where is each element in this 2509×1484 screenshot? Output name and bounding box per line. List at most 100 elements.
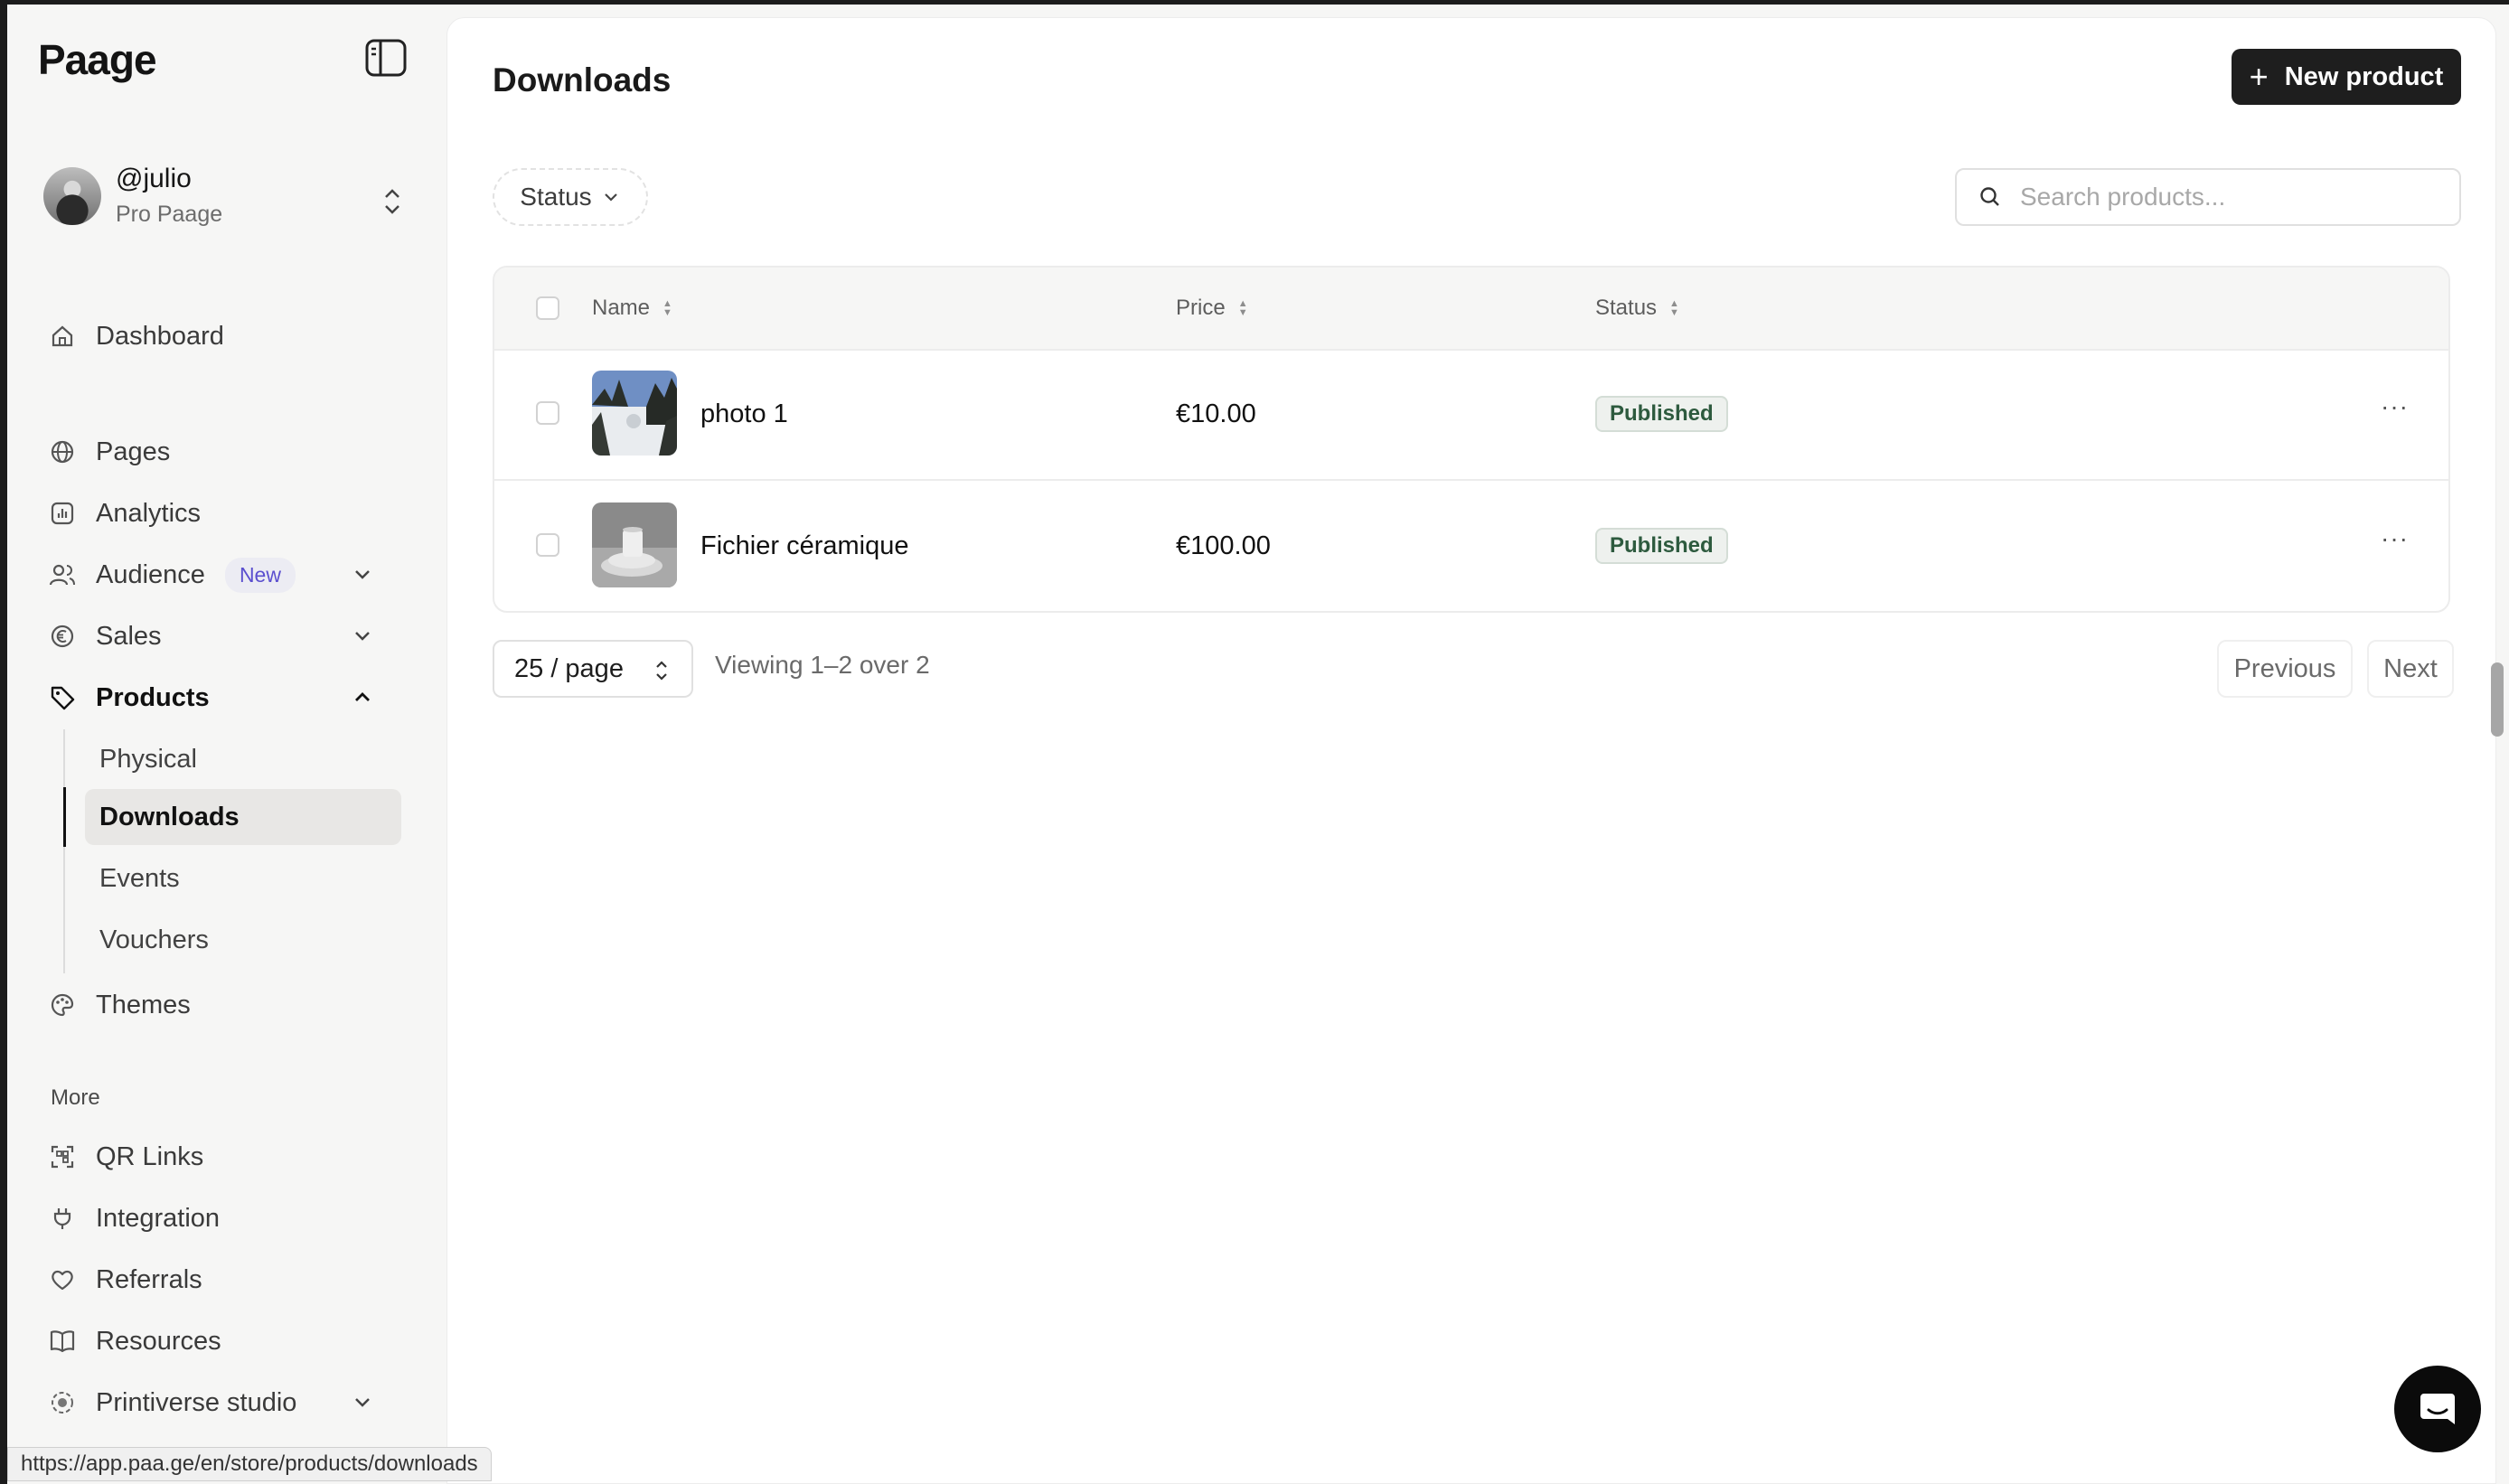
product-name[interactable]: photo 1 bbox=[700, 349, 788, 479]
sort-icon: ▲ ▼ bbox=[662, 298, 672, 318]
home-icon bbox=[49, 323, 76, 350]
column-header-price[interactable]: Price ▲ ▼ bbox=[1176, 268, 1248, 349]
column-header-name[interactable]: Name ▲ ▼ bbox=[592, 268, 672, 349]
column-header-label: Status bbox=[1595, 296, 1658, 320]
column-header-label: Name bbox=[592, 296, 651, 320]
next-page-button[interactable]: Next bbox=[2367, 640, 2454, 698]
sidebar-item-qr-links[interactable]: QR Links bbox=[49, 1131, 203, 1183]
page-size-select[interactable]: 25 / page bbox=[493, 640, 693, 698]
browser-status-url: https://app.paa.ge/en/store/products/dow… bbox=[7, 1447, 492, 1481]
sidebar-item-themes[interactable]: Themes bbox=[49, 979, 191, 1031]
sidebar-item-label: Resources bbox=[96, 1326, 221, 1356]
main-panel: Downloads + New product Status Name ▲▼ P… bbox=[446, 17, 2496, 1484]
chat-launcher-button[interactable] bbox=[2394, 1366, 2481, 1452]
heart-icon bbox=[49, 1266, 76, 1293]
chevron-down-icon[interactable] bbox=[349, 561, 376, 588]
sidebar-subitem-physical[interactable]: Physical bbox=[85, 731, 401, 787]
product-name[interactable]: Fichier céramique bbox=[700, 481, 908, 611]
sidebar-item-label: Analytics bbox=[96, 498, 202, 528]
chevron-down-icon[interactable] bbox=[349, 1389, 376, 1416]
sidebar-item-pages[interactable]: Pages bbox=[49, 426, 170, 478]
sidebar-item-resources[interactable]: Resources bbox=[49, 1315, 221, 1367]
globe-icon bbox=[49, 438, 76, 465]
row-checkbox[interactable] bbox=[536, 401, 559, 425]
sidebar-item-label: Integration bbox=[96, 1203, 221, 1233]
status-badge: Published bbox=[1595, 396, 1728, 432]
sidebar-item-analytics[interactable]: Analytics bbox=[49, 487, 201, 540]
search-box[interactable] bbox=[1955, 168, 2461, 226]
new-product-button[interactable]: + New product bbox=[2232, 49, 2461, 105]
tag-icon bbox=[49, 684, 76, 711]
table-header: Name ▲ ▼ Price ▲ ▼ Status ▲ ▼ bbox=[494, 268, 2448, 351]
avatar bbox=[43, 167, 101, 225]
row-actions-menu-icon[interactable]: ··· bbox=[2381, 392, 2409, 421]
status-badge: Published bbox=[1595, 528, 1728, 564]
product-thumbnail bbox=[592, 371, 677, 456]
book-icon bbox=[49, 1328, 76, 1355]
product-thumbnail bbox=[592, 502, 677, 587]
status-filter-label: Status bbox=[520, 183, 592, 211]
chat-icon bbox=[2417, 1388, 2458, 1430]
sidebar-item-printiverse[interactable]: Printiverse studio bbox=[49, 1376, 296, 1429]
row-actions-menu-icon[interactable]: ··· bbox=[2381, 524, 2409, 553]
chevron-up-icon[interactable] bbox=[349, 684, 376, 711]
palette-icon bbox=[49, 991, 76, 1019]
pagination-summary: Viewing 1–2 over 2 bbox=[715, 651, 930, 679]
chevron-up-down-icon bbox=[380, 183, 405, 220]
products-table: Name ▲ ▼ Price ▲ ▼ Status ▲ ▼ photo 1 €1… bbox=[493, 266, 2450, 613]
euro-icon bbox=[49, 623, 76, 650]
chevron-up-down-icon bbox=[653, 658, 670, 683]
sidebar-item-products[interactable]: Products bbox=[49, 672, 210, 724]
sidebar-item-label: Printiverse studio bbox=[96, 1387, 297, 1417]
row-checkbox[interactable] bbox=[536, 533, 559, 557]
product-price: €10.00 bbox=[1176, 399, 1256, 428]
select-all-checkbox[interactable] bbox=[536, 296, 559, 320]
sidebar-item-label: Sales bbox=[96, 621, 162, 651]
search-input[interactable] bbox=[2018, 182, 2420, 212]
sidebar-item-label: Themes bbox=[96, 990, 191, 1019]
sidebar-item-dashboard[interactable]: Dashboard bbox=[49, 310, 224, 362]
profile-switcher[interactable]: @julio Pro Paage bbox=[43, 164, 405, 236]
app-logo[interactable]: Paage bbox=[38, 35, 157, 84]
previous-page-button[interactable]: Previous bbox=[2217, 640, 2353, 698]
qr-code-icon bbox=[49, 1143, 76, 1170]
new-badge: New bbox=[224, 557, 296, 593]
scrollbar-thumb[interactable] bbox=[2491, 662, 2504, 737]
table-row[interactable]: Fichier céramique €100.00 Published ··· bbox=[494, 481, 2448, 611]
sidebar-item-label: Referrals bbox=[96, 1264, 202, 1294]
search-icon bbox=[1978, 185, 2002, 209]
new-product-label: New product bbox=[2284, 61, 2444, 91]
sidebar-item-label: Dashboard bbox=[96, 321, 224, 351]
status-filter-button[interactable]: Status bbox=[493, 168, 648, 226]
sort-icon: ▲ ▼ bbox=[1237, 298, 1248, 318]
sidebar-subitem-events[interactable]: Events bbox=[85, 850, 401, 906]
app-window: Paage @julio Pro Paage Dashboard Pages A… bbox=[7, 5, 2509, 1484]
sort-icon: ▲ ▼ bbox=[1669, 298, 1679, 318]
sidebar-item-audience[interactable]: Audience New bbox=[49, 549, 296, 601]
printiverse-logo-icon bbox=[49, 1389, 76, 1416]
users-icon bbox=[49, 561, 76, 588]
page-size-value: 25 / page bbox=[514, 653, 624, 683]
column-header-label: Price bbox=[1176, 296, 1226, 320]
page-title: Downloads bbox=[493, 61, 672, 99]
sidebar-item-integration[interactable]: Integration bbox=[49, 1192, 220, 1244]
profile-handle: @julio bbox=[116, 164, 192, 193]
sidebar-item-label: Pages bbox=[96, 437, 171, 466]
sidebar-toggle-icon[interactable] bbox=[365, 39, 407, 77]
column-header-status[interactable]: Status ▲ ▼ bbox=[1595, 268, 1679, 349]
sidebar-subitem-downloads[interactable]: Downloads bbox=[85, 789, 401, 845]
table-row[interactable]: photo 1 €10.00 Published ··· bbox=[494, 349, 2448, 481]
sidebar: Paage @julio Pro Paage Dashboard Pages A… bbox=[7, 5, 446, 1484]
sidebar-item-referrals[interactable]: Referrals bbox=[49, 1254, 202, 1306]
sidebar-item-label: Products bbox=[96, 682, 210, 712]
chart-icon bbox=[49, 500, 76, 527]
sidebar-item-label: QR Links bbox=[96, 1141, 204, 1171]
product-price: €100.00 bbox=[1176, 531, 1271, 560]
chevron-down-icon[interactable] bbox=[349, 623, 376, 650]
sidebar-subitem-vouchers[interactable]: Vouchers bbox=[85, 912, 401, 968]
sidebar-item-sales[interactable]: Sales bbox=[49, 610, 162, 662]
plus-icon: + bbox=[2249, 58, 2269, 95]
plug-icon bbox=[49, 1205, 76, 1232]
subnav-divider bbox=[63, 729, 65, 973]
sidebar-item-label: Audience bbox=[96, 559, 205, 589]
